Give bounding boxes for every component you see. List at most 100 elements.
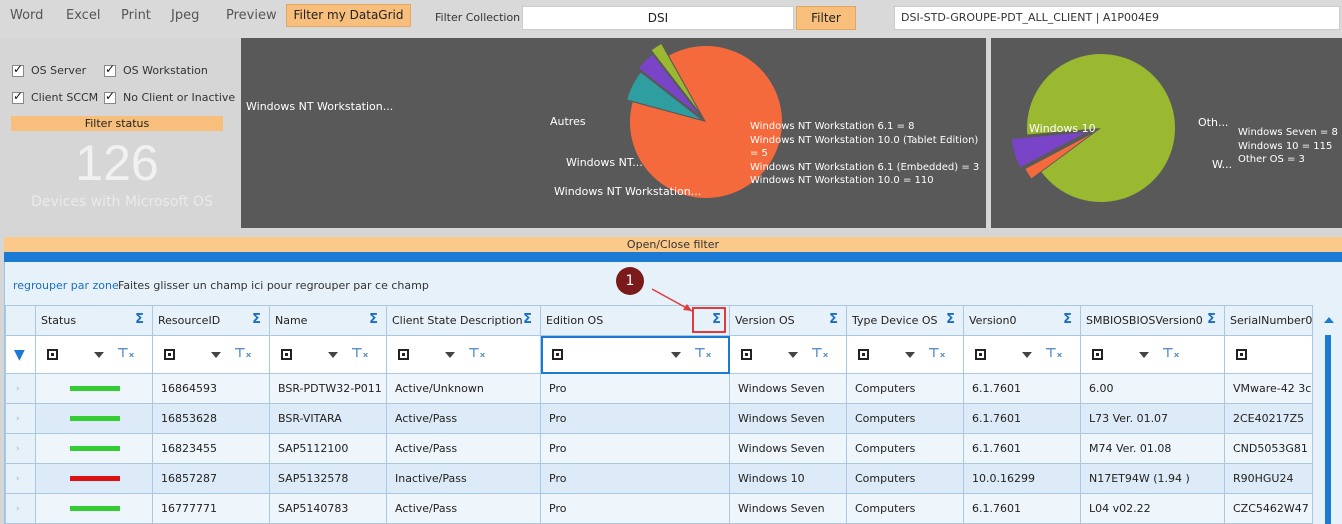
status-cell xyxy=(35,403,153,434)
menu-excel[interactable]: Excel xyxy=(66,8,100,23)
sigma-icon[interactable]: Σ xyxy=(829,312,838,327)
filter-operator-icon[interactable] xyxy=(164,349,175,360)
filter-dropdown-icon[interactable] xyxy=(94,352,104,358)
sigma-icon[interactable]: Σ xyxy=(1207,312,1216,327)
cell-serial: CND5053G81 xyxy=(1223,433,1314,464)
column-filter-cell[interactable]: ⊤ₓ xyxy=(1080,335,1225,374)
menu-preview[interactable]: Preview xyxy=(226,8,277,23)
filter-dropdown-icon[interactable] xyxy=(788,352,798,358)
checkbox-icon[interactable] xyxy=(104,62,116,77)
filter-funnel-icon[interactable]: ▼ xyxy=(14,347,25,363)
filter-collection-input[interactable]: DSI xyxy=(522,6,794,30)
column-header-client-state[interactable]: Client State Description Σ xyxy=(386,305,541,336)
column-header-smbios[interactable]: SMBIOSBIOSVersion0 Σ xyxy=(1080,305,1225,336)
filter-button[interactable]: Filter xyxy=(796,6,856,30)
table-row[interactable]: › 16777771 SAP5140783 Active/Pass Pro Windows… xyxy=(5,493,1314,524)
column-filter-cell[interactable]: ⊤ₓ xyxy=(846,335,964,374)
group-by-panel[interactable]: regrouper par zone Faites glisser un cha… xyxy=(5,262,1342,304)
row-selector[interactable]: › xyxy=(5,373,36,404)
filter-dropdown-icon[interactable] xyxy=(671,352,681,358)
row-selector[interactable]: › xyxy=(5,493,36,524)
cell-serial: CZC5462W47 xyxy=(1223,493,1314,524)
cell-resource-id: 16864593 xyxy=(152,373,270,404)
filter-datagrid-button[interactable]: Filter my DataGrid xyxy=(286,4,411,27)
row-selector[interactable]: › xyxy=(5,433,36,464)
filter-operator-icon[interactable] xyxy=(858,349,869,360)
sigma-icon[interactable]: Σ xyxy=(523,312,532,327)
filter-status-button[interactable]: Filter status xyxy=(11,116,223,131)
filter-operator-icon[interactable] xyxy=(398,349,409,360)
filter-dropdown-icon[interactable] xyxy=(905,352,915,358)
checkbox-icon[interactable] xyxy=(12,89,24,104)
status-indicator xyxy=(70,476,120,481)
clear-filter-icon[interactable]: ⊤ₓ xyxy=(117,346,134,361)
clear-filter-icon[interactable]: ⊤ₓ xyxy=(811,346,828,361)
clear-filter-icon[interactable]: ⊤ₓ xyxy=(1162,346,1179,361)
scroll-up-icon[interactable] xyxy=(1324,317,1334,323)
status-indicator xyxy=(70,446,120,451)
checkbox-os-server[interactable]: OS Server xyxy=(12,62,86,77)
vertical-scrollbar[interactable] xyxy=(1315,305,1342,524)
clear-filter-icon[interactable]: ⊤ₓ xyxy=(234,346,251,361)
column-header-resourceid[interactable]: ResourceID Σ xyxy=(152,305,270,336)
column-filter-cell[interactable]: ⊤ₓ xyxy=(35,335,153,374)
filter-dropdown-icon[interactable] xyxy=(211,352,221,358)
clear-filter-icon[interactable]: ⊤ₓ xyxy=(468,346,485,361)
sigma-icon[interactable]: Σ xyxy=(252,312,261,327)
filter-dropdown-icon[interactable] xyxy=(1139,352,1149,358)
table-row[interactable]: › 16853628 BSR-VITARA Active/Pass Pro Windows… xyxy=(5,403,1314,434)
status-indicator xyxy=(70,386,120,391)
sigma-icon[interactable]: Σ xyxy=(946,312,955,327)
status-indicator xyxy=(70,506,120,511)
menu-print[interactable]: Print xyxy=(121,8,151,23)
column-header-type-device[interactable]: Type Device OS Σ xyxy=(846,305,964,336)
column-filter-cell[interactable]: ⊤ₓ xyxy=(729,335,847,374)
column-filter-cell[interactable]: ⊤ₓ xyxy=(963,335,1081,374)
table-row[interactable]: › 16823455 SAP5112100 Active/Pass Pro Windows… xyxy=(5,433,1314,464)
table-row[interactable]: › 16857287 SAP5132578 Inactive/Pass Pro Windo… xyxy=(5,463,1314,494)
clear-filter-icon[interactable]: ⊤ₓ xyxy=(351,346,368,361)
open-close-filter-bar[interactable]: Open/Close filter xyxy=(4,237,1342,252)
checkbox-os-workstation[interactable]: OS Workstation xyxy=(104,62,208,77)
column-header-version0[interactable]: Version0 Σ xyxy=(963,305,1081,336)
table-row[interactable]: › 16864593 BSR-PDTW32-P011 Active/Unknown Pr… xyxy=(5,373,1314,404)
clear-filter-icon[interactable]: ⊤ₓ xyxy=(1045,346,1062,361)
clear-filter-icon[interactable]: ⊤ₓ xyxy=(694,346,711,361)
filter-operator-icon[interactable] xyxy=(47,349,58,360)
column-filter-cell[interactable]: ⊤ₓ xyxy=(152,335,270,374)
column-filter-cell[interactable]: ⊤ₓ xyxy=(386,335,541,374)
column-header-status[interactable]: Status Σ xyxy=(35,305,153,336)
collection-name-field[interactable]: DSI-STD-GROUPE-PDT_ALL_CLIENT | A1P004E9 xyxy=(894,6,1340,30)
checkbox-client-sccm[interactable]: Client SCCM xyxy=(12,89,98,104)
sigma-icon[interactable]: Σ xyxy=(369,312,378,327)
column-filter-cell[interactable] xyxy=(1223,335,1314,374)
checkbox-icon[interactable] xyxy=(104,89,116,104)
checkbox-icon[interactable] xyxy=(12,62,24,77)
filter-dropdown-icon[interactable] xyxy=(445,352,455,358)
column-header-version-os[interactable]: Version OS Σ xyxy=(729,305,847,336)
row-selector[interactable]: › xyxy=(5,403,36,434)
sigma-icon[interactable]: Σ xyxy=(1063,312,1072,327)
filter-operator-icon[interactable] xyxy=(1236,349,1247,360)
column-header-name[interactable]: Name Σ xyxy=(269,305,387,336)
pie-slice-label: Windows 10 xyxy=(1029,122,1096,135)
column-filter-cell[interactable]: ⊤ₓ xyxy=(540,335,730,374)
menu-word[interactable]: Word xyxy=(10,8,43,23)
sigma-icon[interactable]: Σ xyxy=(135,312,144,327)
filter-operator-icon[interactable] xyxy=(281,349,292,360)
filter-operator-icon[interactable] xyxy=(975,349,986,360)
filter-operator-icon[interactable] xyxy=(1092,349,1103,360)
scroll-thumb[interactable] xyxy=(1325,335,1331,524)
filter-operator-icon[interactable] xyxy=(741,349,752,360)
column-header-serial[interactable]: SerialNumber0 xyxy=(1223,305,1314,336)
row-selector[interactable]: › xyxy=(5,463,36,494)
filter-dropdown-icon[interactable] xyxy=(1022,352,1032,358)
menu-jpeg[interactable]: Jpeg xyxy=(171,8,199,23)
clear-filter-icon[interactable]: ⊤ₓ xyxy=(928,346,945,361)
cell-client-state: Inactive/Pass xyxy=(386,463,541,494)
checkbox-no-client-inactive[interactable]: No Client or Inactive xyxy=(104,89,235,104)
filter-dropdown-icon[interactable] xyxy=(328,352,338,358)
column-filter-cell[interactable]: ⊤ₓ xyxy=(269,335,387,374)
filter-operator-icon[interactable] xyxy=(552,349,563,360)
cell-bios: M74 Ver. 01.08 xyxy=(1080,433,1225,464)
